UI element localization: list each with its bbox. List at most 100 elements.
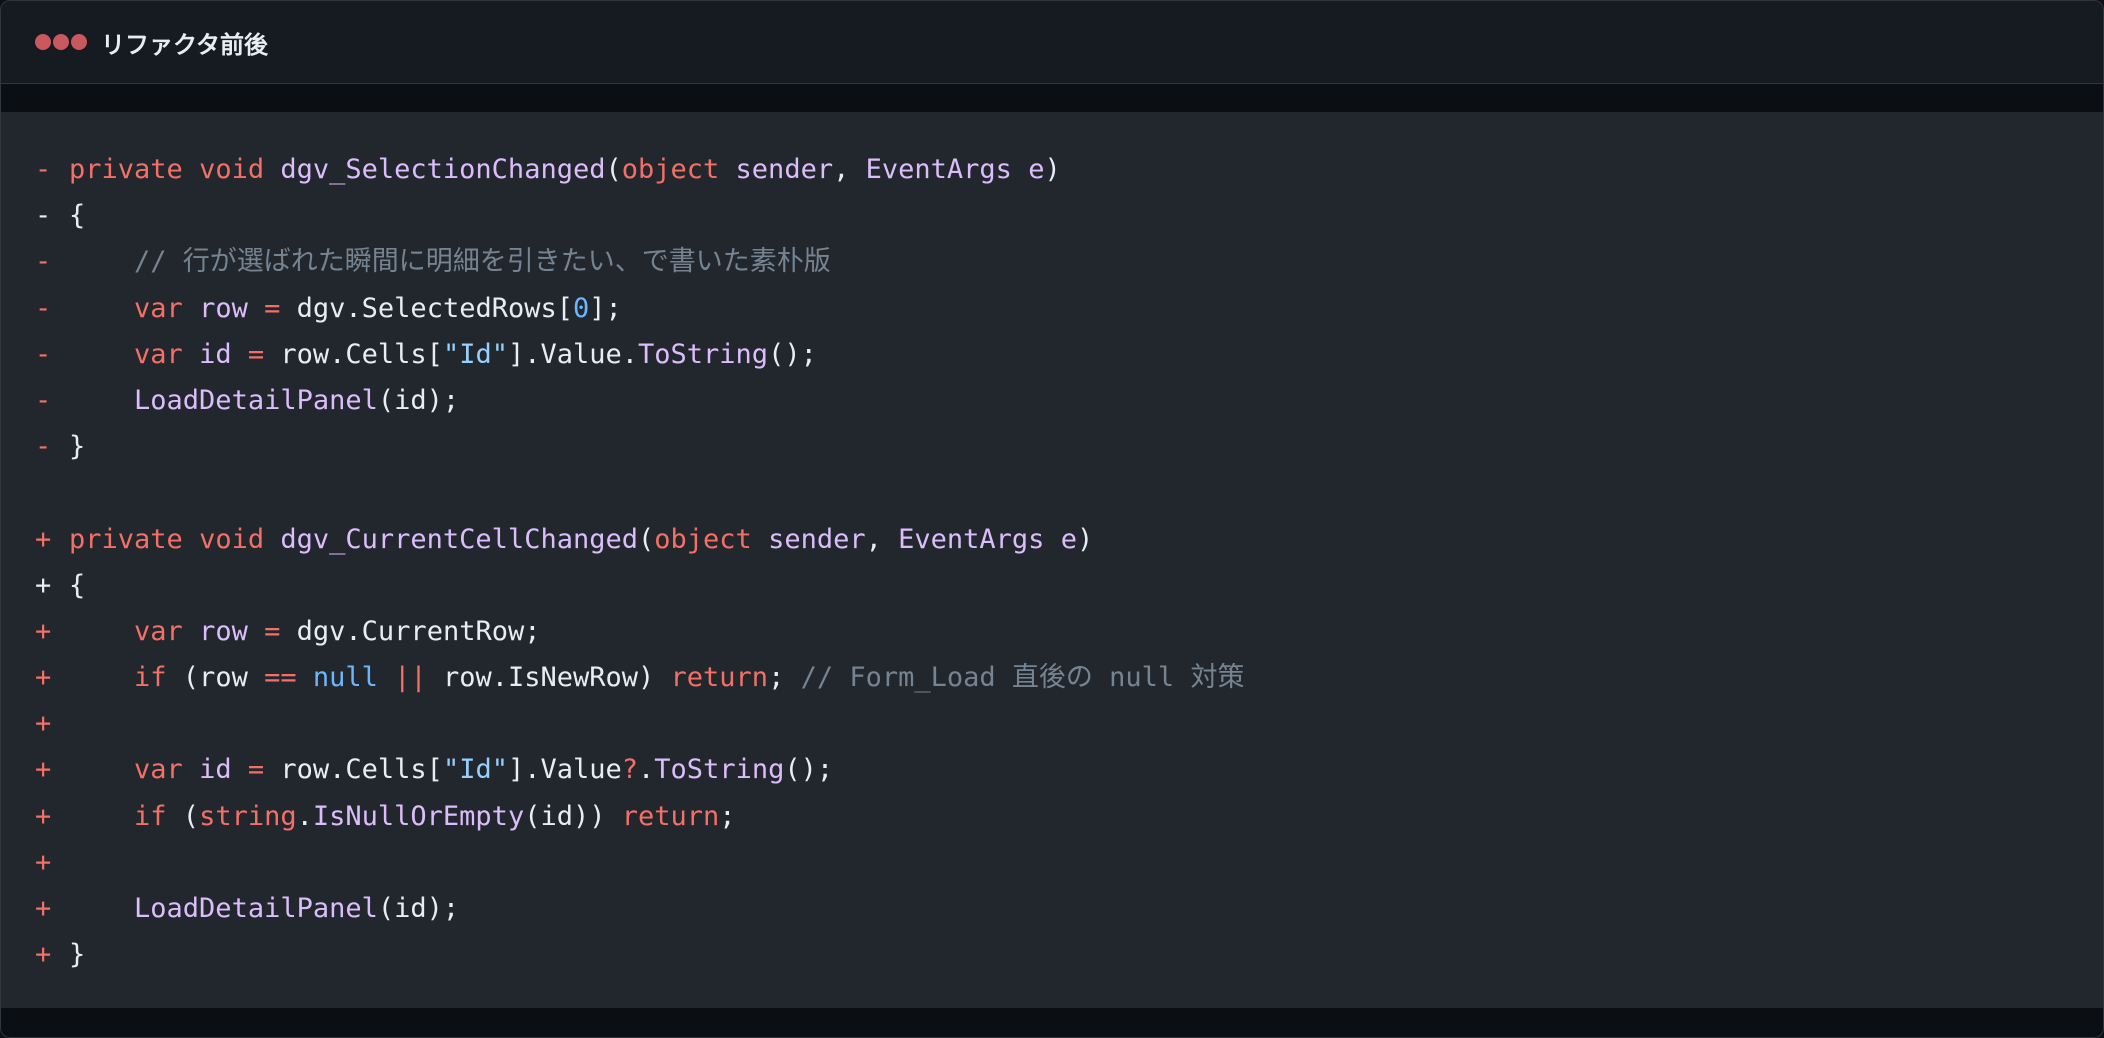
code-token: (); bbox=[768, 338, 817, 370]
code-token: string bbox=[199, 800, 297, 832]
code-token: sender bbox=[735, 154, 834, 185]
code-token: e bbox=[1028, 154, 1045, 185]
code-line: +} bbox=[35, 932, 1244, 978]
diff-marker: + bbox=[35, 846, 52, 878]
code-token: 0 bbox=[573, 292, 590, 324]
code-line: + bbox=[35, 840, 1244, 886]
code-line: + private void dgv_CurrentCellChanged(obj… bbox=[35, 517, 1244, 563]
code-token: object bbox=[654, 523, 752, 555]
code-token: e bbox=[1060, 523, 1077, 555]
code-token: return bbox=[621, 800, 720, 832]
code-token: dgv.CurrentRow; bbox=[280, 615, 541, 647]
code-token: ]; bbox=[589, 292, 622, 324]
code-token: void bbox=[199, 523, 265, 555]
code-line: - // 行が選ばれた瞬間に明細を引きたい、で書いた素朴版 bbox=[35, 239, 1244, 285]
diff-marker: + bbox=[35, 662, 52, 694]
code-token: , bbox=[833, 154, 866, 185]
code-token: "Id" bbox=[442, 338, 508, 370]
code-token: = bbox=[264, 292, 281, 324]
code-token: ( bbox=[166, 800, 200, 832]
code-token: (); bbox=[784, 754, 834, 786]
diff-marker: - bbox=[35, 384, 52, 416]
code-token: || bbox=[394, 662, 427, 694]
diff-marker: + bbox=[35, 523, 52, 555]
code-token: row.Cells[ bbox=[264, 338, 443, 370]
code-line: + if (string.IsNullOrEmpty(id)) return; bbox=[35, 794, 1244, 840]
code-token: void bbox=[199, 154, 265, 185]
code-token: if bbox=[134, 800, 167, 832]
diff-code-block: - private void dgv_SelectionChanged(objec… bbox=[35, 147, 1244, 978]
code-token: null bbox=[312, 662, 378, 694]
code-token: id bbox=[199, 754, 232, 786]
code-token: dgv_CurrentCellChanged bbox=[280, 523, 638, 555]
code-token: row.IsNewRow) bbox=[426, 662, 671, 694]
code-token: "Id" bbox=[442, 754, 508, 786]
diff-marker: - bbox=[35, 338, 52, 370]
code-token: ( bbox=[605, 154, 622, 185]
code-token: id bbox=[199, 338, 232, 370]
code-token: { bbox=[69, 200, 86, 232]
code-line: + bbox=[35, 701, 1244, 747]
code-token: . bbox=[638, 754, 655, 786]
code-token: ; bbox=[719, 800, 736, 832]
window-controls bbox=[35, 34, 87, 50]
code-token: } bbox=[69, 939, 86, 971]
code-window: リファクタ前後 - private void dgv_SelectionChang… bbox=[0, 0, 2104, 1038]
code-token: ) bbox=[1044, 154, 1061, 185]
code-token: row bbox=[199, 292, 248, 324]
code-token: = bbox=[247, 754, 265, 786]
code-token: return bbox=[670, 662, 769, 694]
code-token: ? bbox=[621, 754, 639, 786]
code-token: = bbox=[264, 615, 281, 647]
code-line: + if (row == null || row.IsNewRow) retur… bbox=[35, 655, 1244, 701]
code-token: var bbox=[134, 292, 183, 324]
code-token: ToString bbox=[654, 754, 785, 786]
close-dot-icon[interactable] bbox=[35, 34, 51, 50]
code-token: ToString bbox=[638, 338, 769, 370]
code-token: var bbox=[134, 615, 183, 647]
code-token: var bbox=[134, 754, 183, 786]
code-token: dgv_SelectionChanged bbox=[280, 154, 606, 185]
code-line: -} bbox=[35, 424, 1244, 470]
code-token: , bbox=[865, 523, 899, 555]
diff-marker: + bbox=[35, 754, 52, 786]
code-line: - private void dgv_SelectionChanged(objec… bbox=[35, 147, 1244, 193]
top-divider bbox=[1, 84, 2103, 112]
diff-marker: - bbox=[35, 154, 52, 185]
window-title: リファクタ前後 bbox=[101, 30, 269, 59]
minimize-dot-icon[interactable] bbox=[53, 34, 69, 50]
code-token: dgv.SelectedRows[ bbox=[280, 292, 573, 324]
code-line: + var id = row.Cells["Id"].Value?.ToStri… bbox=[35, 747, 1244, 793]
code-token: ) bbox=[1076, 523, 1094, 555]
code-token: row bbox=[199, 615, 248, 647]
code-token: (id); bbox=[377, 384, 460, 416]
diff-marker: - bbox=[35, 246, 52, 278]
code-token: = bbox=[247, 338, 265, 370]
diff-marker: - bbox=[35, 200, 52, 232]
code-token: ].Value. bbox=[507, 338, 639, 370]
code-token: EventArgs bbox=[898, 523, 1045, 555]
code-token: object bbox=[621, 154, 720, 185]
diff-marker: + bbox=[35, 615, 52, 647]
maximize-dot-icon[interactable] bbox=[71, 34, 87, 50]
code-token: // Form_Load 直後の null 対策 bbox=[800, 662, 1245, 694]
code-token: if bbox=[134, 662, 167, 694]
code-token: == bbox=[264, 662, 297, 694]
code-token: // 行が選ばれた瞬間に明細を引きたい、で書いた素朴版 bbox=[134, 246, 831, 278]
diff-marker: + bbox=[35, 939, 52, 971]
diff-marker: + bbox=[35, 893, 52, 924]
